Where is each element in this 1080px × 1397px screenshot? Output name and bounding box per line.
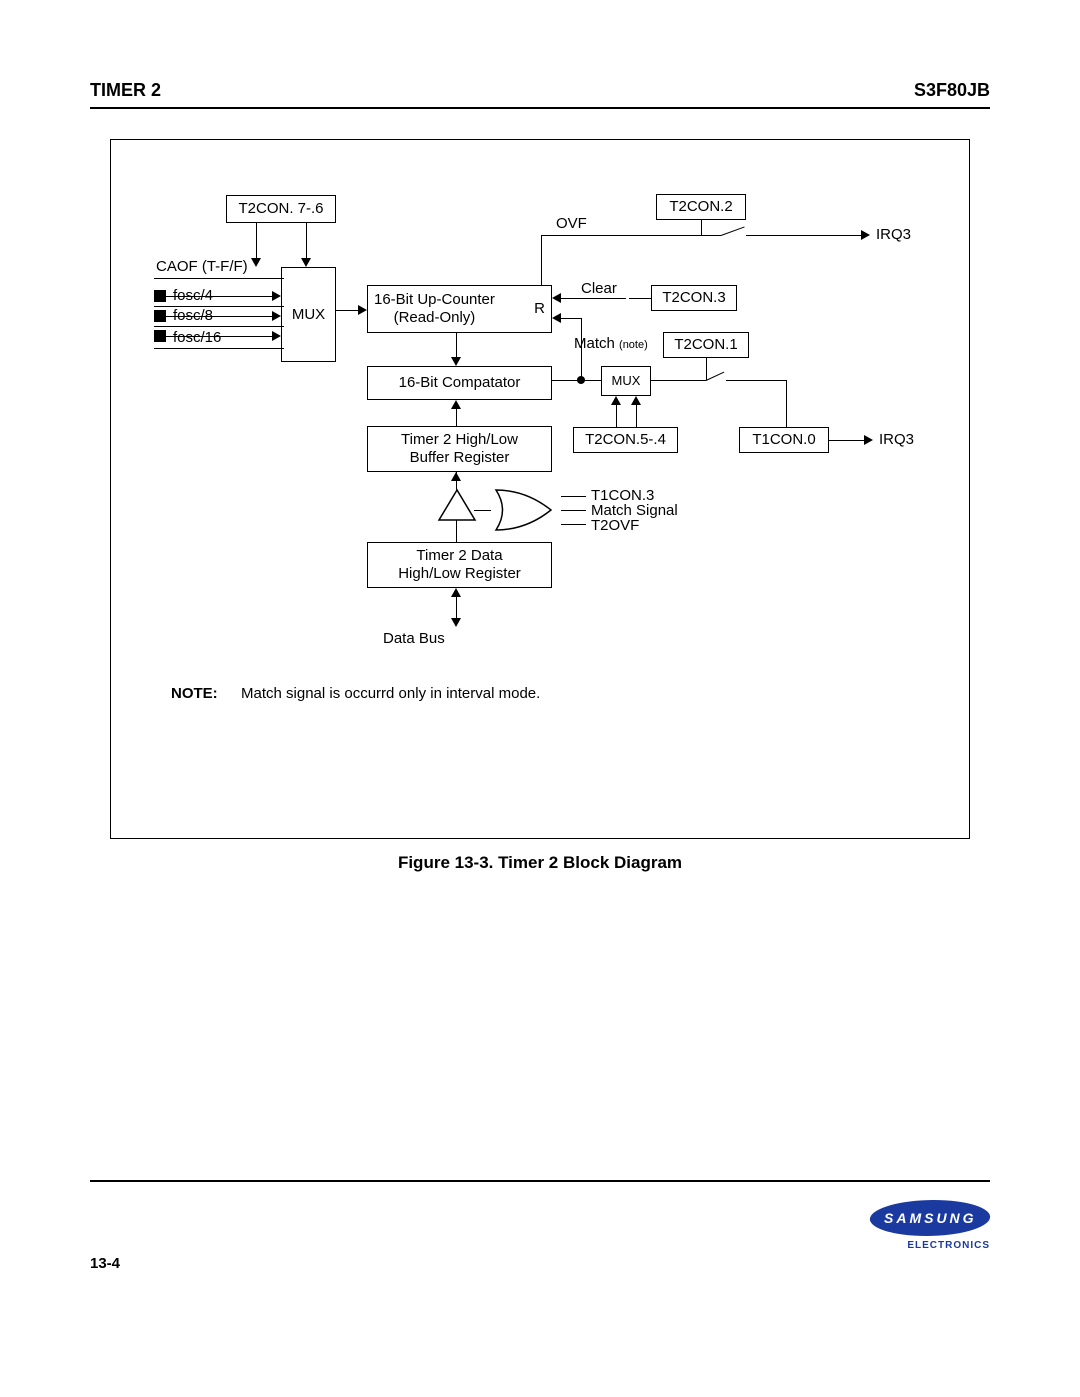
footer-page-number: 13-4 bbox=[90, 1255, 120, 1272]
box-t1con0: T1CON.0 bbox=[739, 427, 829, 453]
figure-frame: T2CON. 7-.6 MUX CAOF (T-F/F) fosc/4 fosc… bbox=[110, 139, 970, 839]
box-comparator: 16-Bit Compatator bbox=[367, 366, 552, 400]
box-t2con1: T2CON.1 bbox=[663, 332, 749, 358]
samsung-logo-icon: SAMSUNG bbox=[866, 1200, 994, 1236]
label-upcounter1: 16-Bit Up-Counter bbox=[374, 291, 495, 309]
box-buffer: Timer 2 High/Low Buffer Register bbox=[367, 426, 552, 472]
label-mux-small: MUX bbox=[612, 373, 641, 389]
label-upcounter-r: R bbox=[534, 300, 545, 318]
note-text: Match signal is occurrd only in interval… bbox=[241, 685, 540, 702]
label-comparator: 16-Bit Compatator bbox=[399, 374, 521, 392]
label-t2con2: T2CON.2 bbox=[669, 198, 732, 216]
label-ovf: OVF bbox=[556, 215, 587, 232]
label-irq3-bot: IRQ3 bbox=[879, 431, 914, 448]
label-irq3-top: IRQ3 bbox=[876, 226, 911, 243]
box-upcounter: 16-Bit Up-Counter (Read-Only) R bbox=[367, 285, 552, 333]
label-t2con76: T2CON. 7-.6 bbox=[238, 200, 323, 218]
label-dr1: Timer 2 Data bbox=[416, 547, 502, 565]
box-t2con2: T2CON.2 bbox=[656, 194, 746, 220]
label-clear: Clear bbox=[581, 280, 617, 297]
footer-rule bbox=[90, 1180, 990, 1192]
box-mux-small: MUX bbox=[601, 366, 651, 396]
box-mux: MUX bbox=[281, 267, 336, 362]
label-t2con3: T2CON.3 bbox=[662, 289, 725, 307]
label-databus: Data Bus bbox=[383, 630, 445, 647]
box-t2con54: T2CON.5-.4 bbox=[573, 427, 678, 453]
brand-logo: SAMSUNG ELECTRONICS bbox=[870, 1200, 990, 1251]
label-caof: CAOF (T-F/F) bbox=[156, 258, 248, 275]
note-label: NOTE: bbox=[171, 685, 218, 702]
box-t2con3: T2CON.3 bbox=[651, 285, 737, 311]
label-t1con0: T1CON.0 bbox=[752, 431, 815, 449]
header-right: S3F80JB bbox=[914, 80, 990, 101]
label-mux: MUX bbox=[292, 306, 325, 324]
page-header: TIMER 2 S3F80JB bbox=[90, 80, 990, 109]
label-match: Match (note) bbox=[574, 335, 648, 352]
label-t2ovf: T2OVF bbox=[591, 517, 639, 534]
box-datareg: Timer 2 Data High/Low Register bbox=[367, 542, 552, 588]
brand-subtext: ELECTRONICS bbox=[870, 1240, 990, 1251]
box-t2con76: T2CON. 7-.6 bbox=[226, 195, 336, 223]
header-left: TIMER 2 bbox=[90, 80, 161, 101]
label-buf2: Buffer Register bbox=[410, 449, 510, 467]
label-t2con54: T2CON.5-.4 bbox=[585, 431, 666, 449]
label-t2con1: T2CON.1 bbox=[674, 336, 737, 354]
label-dr2: High/Low Register bbox=[398, 565, 521, 583]
label-buf1: Timer 2 High/Low bbox=[401, 431, 518, 449]
label-upcounter2: (Read-Only) bbox=[374, 309, 495, 327]
figure-caption: Figure 13-3. Timer 2 Block Diagram bbox=[90, 853, 990, 873]
label-fosc16: fosc/16 bbox=[173, 329, 221, 346]
